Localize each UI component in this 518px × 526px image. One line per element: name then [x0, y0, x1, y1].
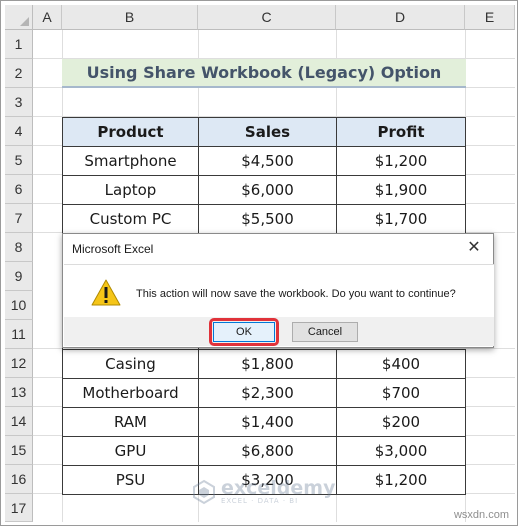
sheet-title[interactable]: Using Share Workbook (Legacy) Option: [62, 59, 466, 88]
table-cell[interactable]: RAM: [62, 407, 199, 437]
table-cell[interactable]: $2,300: [198, 378, 337, 408]
watermark-name: exceldemy: [221, 477, 336, 499]
row-header-1[interactable]: 1: [5, 30, 33, 59]
table-cell[interactable]: $1,800: [198, 349, 337, 379]
table-cell[interactable]: $3,000: [336, 436, 466, 466]
table-cell[interactable]: $400: [336, 349, 466, 379]
table-cell[interactable]: Motherboard: [62, 378, 199, 408]
row-header-11[interactable]: 11: [5, 320, 33, 349]
table-cell[interactable]: $700: [336, 378, 466, 408]
table-cell[interactable]: Custom PC: [62, 204, 199, 234]
row-header-15[interactable]: 15: [5, 436, 33, 465]
row-header-4[interactable]: 4: [5, 117, 33, 146]
table-cell[interactable]: Laptop: [62, 175, 199, 205]
table-cell[interactable]: Smartphone: [62, 146, 199, 176]
watermark-site: wsxdn.com: [453, 509, 509, 521]
table-cell[interactable]: PSU: [62, 465, 199, 495]
table-cell[interactable]: $1,400: [198, 407, 337, 437]
row-header-16[interactable]: 16: [5, 465, 33, 494]
table-cell[interactable]: $4,500: [198, 146, 337, 176]
ok-button-highlight: [209, 318, 279, 346]
confirm-dialog: Microsoft Excel ✕ This action will now s…: [62, 233, 494, 348]
exceldemy-logo-icon: [193, 479, 215, 505]
row-header-13[interactable]: 13: [5, 378, 33, 407]
dialog-title: Microsoft Excel: [72, 242, 154, 256]
cancel-button[interactable]: Cancel: [292, 322, 358, 342]
select-all-corner[interactable]: [5, 5, 33, 30]
row-header-6[interactable]: 6: [5, 175, 33, 204]
table-cell[interactable]: $6,000: [198, 175, 337, 205]
column-header-a[interactable]: A: [33, 5, 62, 30]
row-header-2[interactable]: 2: [5, 59, 33, 88]
table-cell[interactable]: $200: [336, 407, 466, 437]
warning-icon: [91, 279, 121, 306]
column-header-c[interactable]: C: [198, 5, 336, 30]
spreadsheet-window: A B C D E 1 2 3 4 5 6 7 8 9 10 11 12 13 …: [0, 0, 518, 526]
table-cell[interactable]: $6,800: [198, 436, 337, 466]
column-header-e[interactable]: E: [465, 5, 515, 30]
table-cell[interactable]: $1,900: [336, 175, 466, 205]
row-header-8[interactable]: 8: [5, 233, 33, 262]
close-icon[interactable]: ✕: [465, 238, 483, 256]
table-header-sales[interactable]: Sales: [198, 117, 337, 147]
table-header-profit[interactable]: Profit: [336, 117, 466, 147]
table-cell[interactable]: $1,700: [336, 204, 466, 234]
column-header-b[interactable]: B: [62, 5, 198, 30]
row-header-5[interactable]: 5: [5, 146, 33, 175]
table-cell[interactable]: GPU: [62, 436, 199, 466]
row-header-7[interactable]: 7: [5, 204, 33, 233]
table-cell[interactable]: $1,200: [336, 146, 466, 176]
row-header-3[interactable]: 3: [5, 88, 33, 117]
table-cell[interactable]: Casing: [62, 349, 199, 379]
row-header-17[interactable]: 17: [5, 494, 33, 522]
dialog-message: This action will now save the workbook. …: [136, 288, 456, 300]
row-header-10[interactable]: 10: [5, 291, 33, 320]
watermark-logo: exceldemy EXCEL · DATA · BI: [191, 479, 335, 505]
row-header-14[interactable]: 14: [5, 407, 33, 436]
column-header-d[interactable]: D: [336, 5, 465, 30]
dialog-body: This action will now save the workbook. …: [64, 264, 494, 346]
table-header-product[interactable]: Product: [62, 117, 199, 147]
row-header-9[interactable]: 9: [5, 262, 33, 291]
table-cell[interactable]: $1,200: [336, 465, 466, 495]
table-cell[interactable]: $5,500: [198, 204, 337, 234]
row-header-12[interactable]: 12: [5, 349, 33, 378]
